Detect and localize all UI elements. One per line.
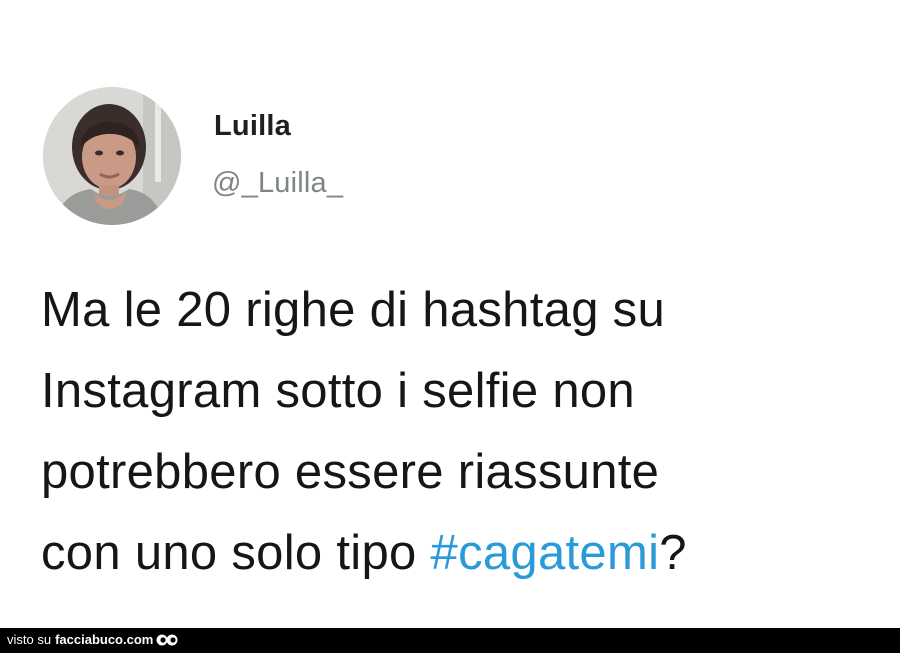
tweet-text-line-3: potrebbero essere riassunte [41, 445, 660, 499]
tweet-text-line-4: con uno solo tipo #cagatemi? [41, 513, 891, 594]
user-avatar-photo-icon [43, 87, 181, 225]
profile-avatar[interactable] [43, 87, 181, 225]
eyes-icon [156, 633, 178, 651]
tweet-text-trailing: ? [659, 526, 687, 580]
watermark-prefix: visto su [7, 632, 52, 647]
author-handle[interactable]: @_Luilla_ [212, 167, 343, 200]
tweet-screenshot: Luilla @_Luilla_ Ma le 20 righe di hasht… [0, 0, 900, 653]
watermark-brand[interactable]: facciabuco.com [55, 632, 153, 647]
tweet-text-line-4-text: con uno solo tipo [41, 526, 431, 580]
tweet-text-line-1: Ma le 20 righe di hashtag su [41, 283, 666, 337]
tweet-text-line-2: Instagram sotto i selfie non [41, 364, 635, 418]
watermark-bar: visto su facciabuco.com [0, 628, 900, 653]
author-display-name[interactable]: Luilla [214, 110, 291, 143]
hashtag-link[interactable]: #cagatemi [431, 526, 660, 580]
tweet-text: Ma le 20 righe di hashtag su Instagram s… [41, 270, 891, 594]
watermark: visto su facciabuco.com [7, 632, 178, 651]
